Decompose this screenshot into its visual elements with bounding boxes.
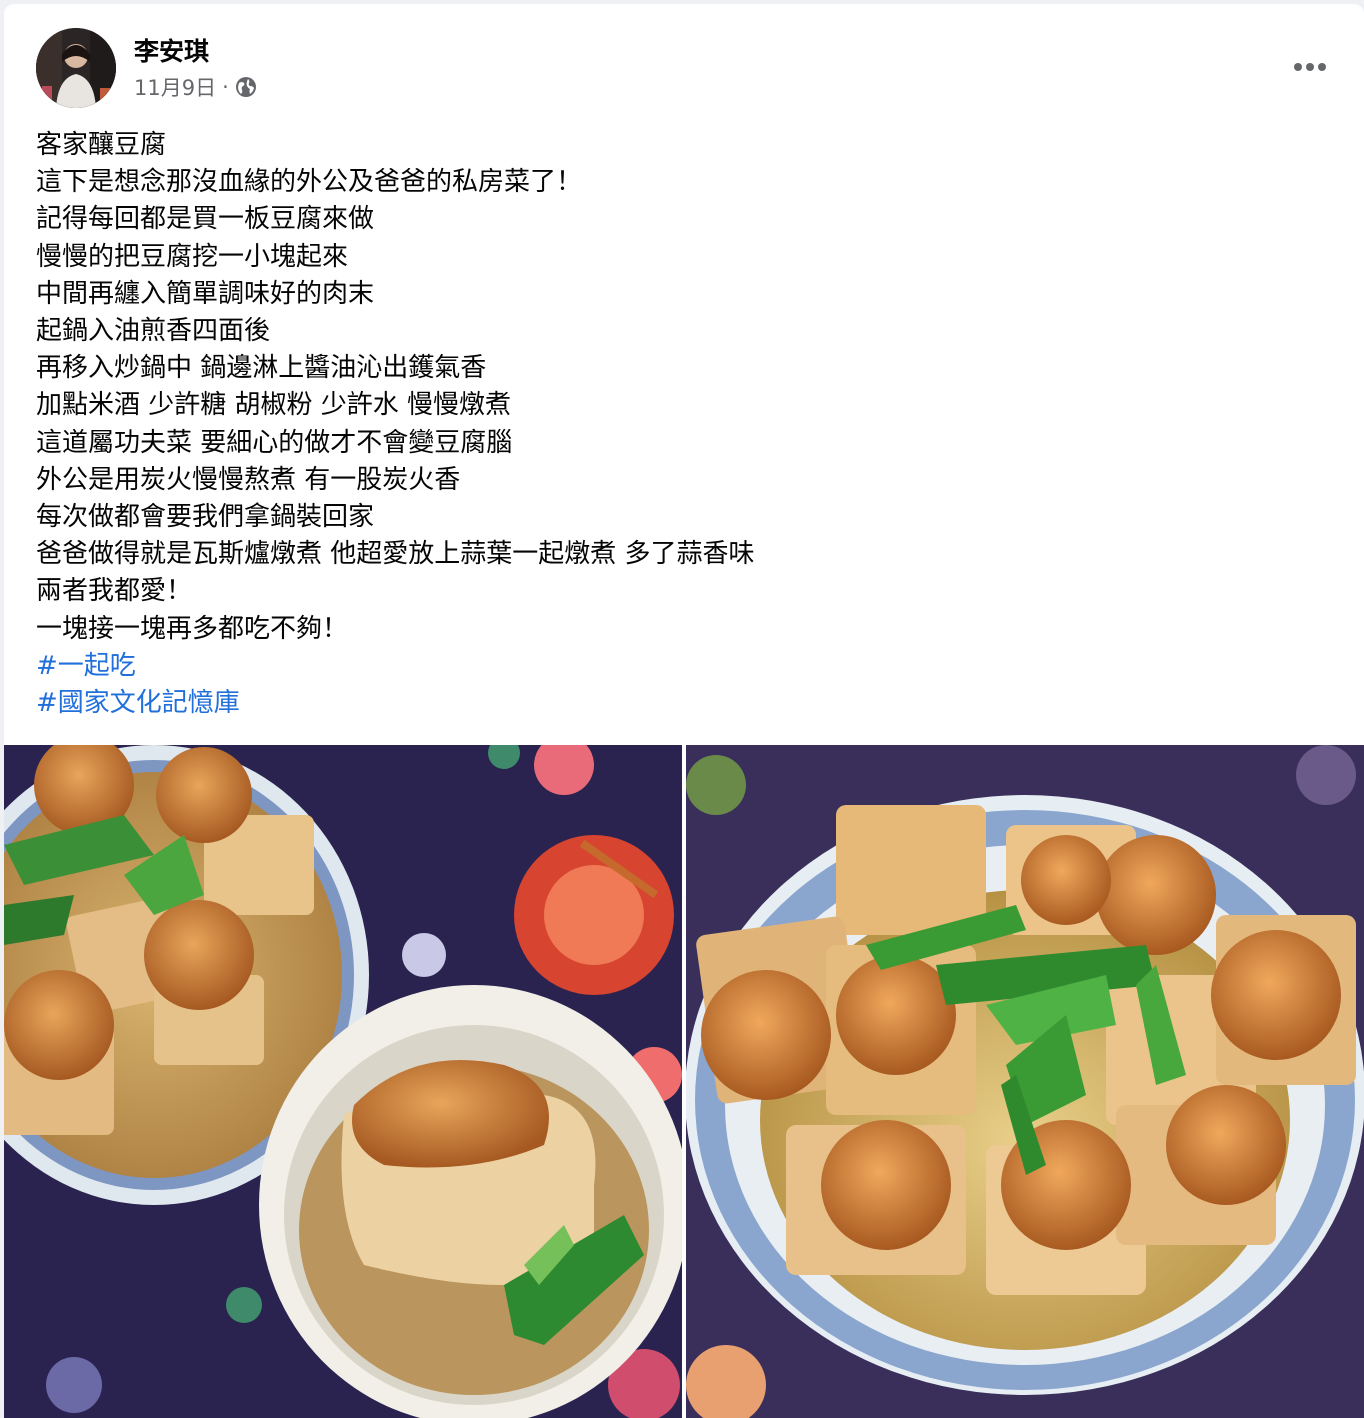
post-text-line: 一塊接一塊再多都吃不夠！ [36, 613, 349, 644]
more-options-icon [1294, 63, 1326, 71]
post-text: 客家釀豆腐 這下是想念那沒血緣的外公及爸爸的私房菜了！ 記得每回都是買一板豆腐來… [36, 127, 1332, 722]
hashtag-link[interactable]: #國家文化記憶庫 [36, 685, 1332, 722]
photo-tofu-bowls[interactable] [4, 745, 682, 1418]
photo-grid [4, 745, 1364, 1418]
author-avatar[interactable] [36, 28, 116, 108]
post-date[interactable]: 11月9日 [134, 72, 216, 102]
post-text-line: 起鍋入油煎香四面後 [36, 316, 271, 347]
post-text-line: 兩者我都愛！ [36, 576, 193, 607]
post-text-line: 客家釀豆腐 [36, 130, 167, 160]
post-card: 李安琪 11月9日 · 客家釀豆腐 這下是想念那沒血緣的外公及爸爸的私房菜了！ … [4, 4, 1364, 1418]
post-text-line: 記得每回都是買一板豆腐來做 [36, 204, 375, 235]
post-text-line: 外公是用炭火慢慢熬煮 有一股炭火香 [36, 464, 461, 495]
post-text-line: 慢慢的把豆腐挖一小塊起來 [36, 241, 349, 272]
post-text-line: 這道屬功夫菜 要細心的做才不會變豆腐腦 [36, 427, 513, 458]
hashtag-link[interactable]: #一起吃 [36, 648, 1332, 685]
post-text-line: 再移入炒鍋中 鍋邊淋上醬油沁出鑊氣香 [36, 353, 487, 384]
photo-tofu-plate[interactable] [686, 745, 1364, 1418]
post-text-line: 爸爸做得就是瓦斯爐燉煮 他超愛放上蒜葉一起燉煮 多了蒜香味 [36, 539, 755, 570]
meta-separator: · [222, 75, 229, 99]
post-text-line: 加點米酒 少許糖 胡椒粉 少許水 慢慢燉煮 [36, 390, 512, 421]
post-header: 李安琪 11月9日 · [36, 28, 1332, 110]
post-text-line: 這下是想念那沒血緣的外公及爸爸的私房菜了！ [36, 167, 583, 198]
post-text-line: 中間再纏入簡單調味好的肉末 [36, 278, 375, 309]
more-options-button[interactable] [1288, 50, 1332, 84]
globe-icon[interactable] [235, 76, 257, 98]
post-meta: 11月9日 · [134, 72, 257, 102]
post-text-line: 每次做都會要我們拿鍋裝回家 [36, 502, 375, 533]
author-name[interactable]: 李安琪 [134, 32, 209, 68]
